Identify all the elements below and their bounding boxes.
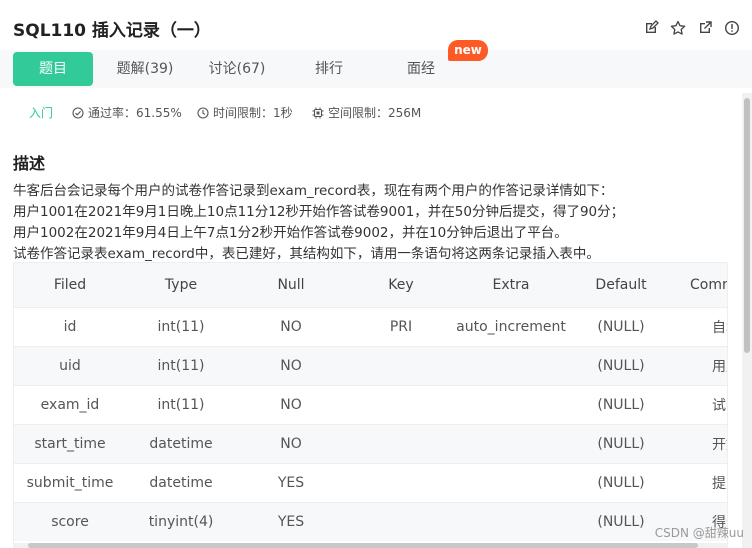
table-cell (456, 462, 566, 502)
check-circle-icon (72, 107, 84, 119)
table-cell: (NULL) (566, 384, 676, 424)
table-cell: 试卷ID (676, 384, 727, 424)
header-actions (643, 20, 740, 36)
table-cell: int(11) (126, 306, 236, 346)
table-cell (346, 423, 456, 463)
column-header: Type (126, 263, 236, 307)
column-header: Comment (676, 263, 727, 307)
schema-table-container[interactable]: Filed Type Null Key Extra Default Commen… (13, 262, 728, 544)
table-cell: (NULL) (566, 306, 676, 346)
column-header: Filed (14, 263, 126, 307)
tab-discussion[interactable]: 讨论(67) (197, 52, 277, 86)
time-limit-text: 时间限制：1秒 (213, 106, 293, 120)
table-cell (456, 423, 566, 463)
edit-icon[interactable] (643, 20, 659, 36)
table-cell: datetime (126, 462, 236, 502)
pass-rate-text: 通过率：61.55% (88, 106, 182, 120)
table-cell (346, 345, 456, 385)
table-cell: NO (236, 306, 346, 346)
table-cell: id (14, 306, 126, 346)
table-row: score tinyint(4) YES (NULL) 得分 (14, 501, 727, 541)
table-cell (346, 501, 456, 541)
table-cell: start_time (14, 423, 126, 463)
pass-rate: 通过率：61.55% (72, 104, 182, 122)
schema-table: Filed Type Null Key Extra Default Commen… (14, 263, 727, 541)
column-header: Null (236, 263, 346, 307)
table-cell (456, 501, 566, 541)
table-cell: 开始时间 (676, 423, 727, 463)
table-cell: datetime (126, 423, 236, 463)
table-cell: (NULL) (566, 345, 676, 385)
table-cell: int(11) (126, 345, 236, 385)
share-icon[interactable] (697, 20, 713, 36)
table-cell (456, 384, 566, 424)
table-cell: 用户ID (676, 345, 727, 385)
problem-page: SQL110 插入记录（一） 题目 题解(39) 讨论(67) 排行 面经 ne… (0, 0, 752, 548)
table-cell: 提交时间 (676, 462, 727, 502)
table-header-row: Filed Type Null Key Extra Default Commen… (14, 263, 727, 307)
table-cell: PRI (346, 306, 456, 346)
info-icon[interactable] (724, 20, 740, 36)
table-cell: uid (14, 345, 126, 385)
header: SQL110 插入记录（一） (0, 0, 752, 50)
table-cell: NO (236, 384, 346, 424)
horizontal-scrollbar[interactable] (13, 543, 728, 548)
tab-problem[interactable]: 题目 (13, 52, 93, 86)
table-cell (346, 384, 456, 424)
description-line: 牛客后台会记录每个用户的试卷作答记录到exam_record表，现在有两个用户的… (13, 183, 614, 199)
description-body: 牛客后台会记录每个用户的试卷作答记录到exam_record表，现在有两个用户的… (13, 181, 733, 265)
table-cell: 自增ID (676, 306, 727, 346)
table-cell: NO (236, 423, 346, 463)
table-cell: submit_time (14, 462, 126, 502)
table-cell: (NULL) (566, 462, 676, 502)
vertical-scrollbar[interactable] (742, 93, 752, 548)
table-cell: auto_increment (456, 306, 566, 346)
table-row: id int(11) NO PRI auto_increment (NULL) … (14, 306, 727, 346)
star-icon[interactable] (670, 20, 686, 36)
table-row: uid int(11) NO (NULL) 用户ID (14, 345, 727, 385)
column-header: Key (346, 263, 456, 307)
table-cell (456, 345, 566, 385)
table-cell: int(11) (126, 384, 236, 424)
table-cell: NO (236, 345, 346, 385)
space-limit: 空间限制：256M (312, 104, 421, 122)
description-heading: 描述 (13, 154, 46, 173)
description-line: 用户1001在2021年9月1日晚上10点11分12秒开始作答试卷9001，并在… (13, 204, 625, 220)
watermark: CSDN @甜辣uu (654, 526, 744, 540)
table-cell: exam_id (14, 384, 126, 424)
table-cell: (NULL) (566, 423, 676, 463)
column-header: Default (566, 263, 676, 307)
description-line: 用户1002在2021年9月4日上午7点1分2秒开始作答试卷9002，并在10分… (13, 225, 568, 241)
clock-icon (197, 107, 209, 119)
column-header: Extra (456, 263, 566, 307)
difficulty-badge: 入门 (29, 106, 54, 120)
table-row: exam_id int(11) NO (NULL) 试卷ID (14, 384, 727, 424)
table-row: submit_time datetime YES (NULL) 提交时间 (14, 462, 727, 502)
chip-icon (312, 107, 324, 119)
tab-solutions[interactable]: 题解(39) (105, 52, 185, 86)
new-badge: new (448, 40, 488, 61)
vertical-scroll-thumb[interactable] (744, 98, 750, 353)
tab-ranking[interactable]: 排行 (289, 52, 369, 86)
space-limit-text: 空间限制：256M (328, 106, 422, 120)
horizontal-scroll-thumb[interactable] (28, 543, 698, 548)
table-cell (346, 462, 456, 502)
tab-bar: 题目 题解(39) 讨论(67) 排行 面经 (0, 50, 752, 88)
table-cell: YES (236, 462, 346, 502)
table-cell: YES (236, 501, 346, 541)
page-title: SQL110 插入记录（一） (13, 21, 211, 41)
table-cell: tinyint(4) (126, 501, 236, 541)
table-row: start_time datetime NO (NULL) 开始时间 (14, 423, 727, 463)
time-limit: 时间限制：1秒 (197, 104, 293, 122)
table-cell: score (14, 501, 126, 541)
